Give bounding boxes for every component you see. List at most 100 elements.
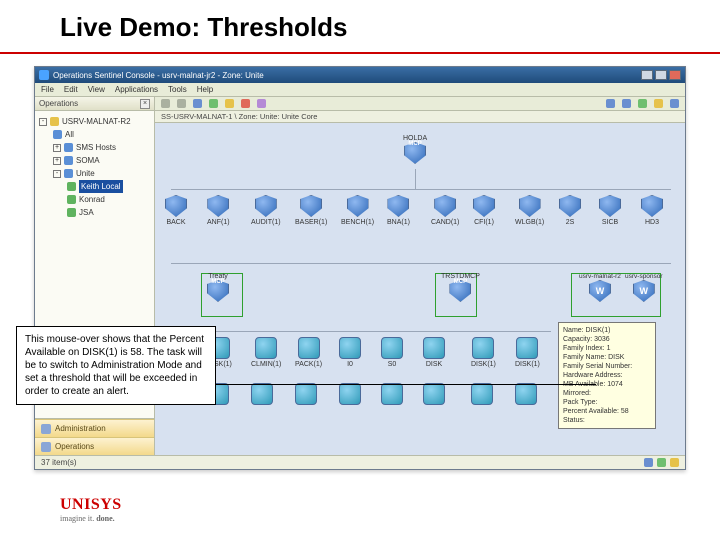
node-disk[interactable] [471, 383, 493, 407]
node-host[interactable]: usrv-malnat-r2W [579, 273, 621, 304]
menu-file[interactable]: File [41, 85, 54, 94]
tool-icon[interactable] [193, 99, 202, 108]
cylinder-icon [516, 337, 538, 359]
node-disk[interactable] [251, 383, 273, 407]
tree-item[interactable]: JSA [39, 206, 150, 219]
shield-icon [300, 195, 322, 217]
cylinder-icon [423, 383, 445, 405]
shield-icon [387, 195, 409, 217]
tool-icon[interactable] [161, 99, 170, 108]
minimize-button[interactable] [641, 70, 653, 80]
slide-title: Live Demo: Thresholds [60, 12, 348, 43]
menu-view[interactable]: View [88, 85, 105, 94]
menu-tools[interactable]: Tools [168, 85, 187, 94]
menu-edit[interactable]: Edit [64, 85, 78, 94]
tree-item-selected[interactable]: Keith Local [39, 180, 150, 193]
status-icon[interactable] [670, 458, 679, 467]
tree-item[interactable]: +SOMA [39, 154, 150, 167]
sidebar-title: Operations [39, 99, 78, 108]
node[interactable]: CAND(1) [431, 195, 459, 226]
tool-icon[interactable] [622, 99, 631, 108]
node[interactable]: 2S [559, 195, 581, 226]
tree-item[interactable]: All [39, 128, 150, 141]
node[interactable]: SICB [599, 195, 621, 226]
close-button[interactable] [669, 70, 681, 80]
node-disk[interactable] [423, 383, 445, 407]
tool-icon[interactable] [606, 99, 615, 108]
sidebar-close-icon[interactable]: × [140, 99, 150, 109]
cylinder-icon [339, 337, 361, 359]
shield-icon: W [589, 280, 611, 302]
node-disk[interactable] [339, 383, 361, 407]
maximize-button[interactable] [655, 70, 667, 80]
shield-icon: W [633, 280, 655, 302]
node-disk[interactable]: DISK(1) [515, 337, 540, 368]
node-disk[interactable]: DISK [423, 337, 445, 368]
hover-tooltip: Name: DISK(1) Capacity: 3036 Family Inde… [558, 322, 656, 429]
node-disk[interactable] [381, 383, 403, 407]
tree-item[interactable]: Konrad [39, 193, 150, 206]
brand-name: UNISYS [60, 496, 122, 514]
node[interactable]: WLGB(1) [515, 195, 544, 226]
node[interactable]: ANF(1) [207, 195, 230, 226]
node-root[interactable]: HOLDA MCP [403, 135, 427, 166]
node[interactable]: BENCH(1) [341, 195, 374, 226]
tree-root[interactable]: -USRV-MALNAT-R2 [39, 115, 150, 128]
tool-icon[interactable] [177, 99, 186, 108]
node[interactable]: AUDIT(1) [251, 195, 281, 226]
node[interactable]: BACK [165, 195, 187, 226]
brand-logo: UNISYS imagine it. done. [60, 496, 122, 523]
node-disk[interactable]: S0 [381, 337, 403, 368]
menu-help[interactable]: Help [197, 85, 213, 94]
shield-icon [165, 195, 187, 217]
menu-applications[interactable]: Applications [115, 85, 158, 94]
status-icon[interactable] [644, 458, 653, 467]
tool-icon[interactable] [209, 99, 218, 108]
node-host[interactable]: TRSTDMCPMCP [441, 273, 480, 304]
node-disk[interactable] [515, 383, 537, 407]
cylinder-icon [298, 337, 320, 359]
node-disk[interactable]: I0 [339, 337, 361, 368]
node-disk[interactable]: CLMIN(1) [251, 337, 281, 368]
node-disk[interactable]: PACK(1) [295, 337, 322, 368]
node[interactable]: CFI(1) [473, 195, 495, 226]
tree-item[interactable]: +SMS Hosts [39, 141, 150, 154]
nav-operations[interactable]: Operations [35, 437, 154, 455]
annotation-callout: This mouse-over shows that the Percent A… [16, 326, 216, 405]
node[interactable]: HD3 [641, 195, 663, 226]
shield-icon [599, 195, 621, 217]
app-icon [39, 70, 49, 80]
menubar: File Edit View Applications Tools Help [35, 83, 685, 97]
statusbar: 37 item(s) [35, 455, 685, 469]
shield-icon [255, 195, 277, 217]
cylinder-icon [515, 383, 537, 405]
brand-tagline: imagine it. done. [60, 514, 122, 523]
tool-icon[interactable] [654, 99, 663, 108]
tool-icon[interactable] [257, 99, 266, 108]
divider [0, 52, 720, 54]
nav-administration[interactable]: Administration [35, 419, 154, 437]
cylinder-icon [251, 383, 273, 405]
tool-icon[interactable] [241, 99, 250, 108]
node-host[interactable]: TreatyMCP [207, 273, 229, 304]
shield-icon [641, 195, 663, 217]
node-host[interactable]: usrv-sponsorW [625, 273, 663, 304]
tool-icon[interactable] [638, 99, 647, 108]
cylinder-icon [381, 383, 403, 405]
tree-item[interactable]: -Unite [39, 167, 150, 180]
node[interactable]: BNA(1) [387, 195, 410, 226]
cylinder-icon [423, 337, 445, 359]
shield-icon [559, 195, 581, 217]
node-disk[interactable] [295, 383, 317, 407]
tool-icon[interactable] [670, 99, 679, 108]
tool-icon[interactable] [225, 99, 234, 108]
cylinder-icon [472, 337, 494, 359]
toolbar [155, 97, 685, 111]
status-icon[interactable] [657, 458, 666, 467]
cylinder-icon [471, 383, 493, 405]
titlebar[interactable]: Operations Sentinel Console - usrv-malna… [35, 67, 685, 83]
node[interactable]: BASER(1) [295, 195, 327, 226]
status-left: 37 item(s) [41, 458, 77, 467]
node-disk[interactable]: DISK(1) [471, 337, 496, 368]
annotation-leader [216, 384, 596, 385]
